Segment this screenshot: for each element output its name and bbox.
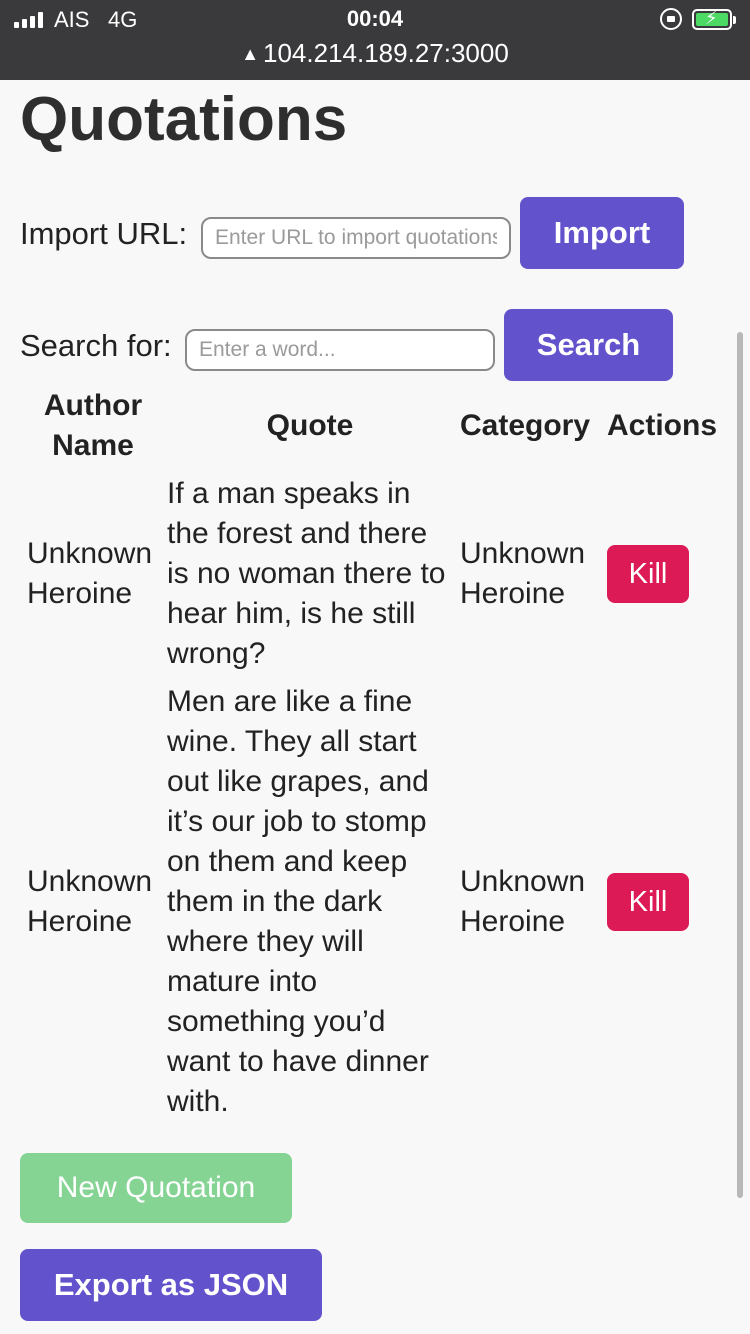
import-url-input[interactable]	[201, 217, 511, 259]
quote-cell: Men are like a fine wine. They all start…	[167, 685, 429, 1118]
header-author: Author Name	[43, 389, 143, 462]
search-button[interactable]: Search	[504, 309, 673, 381]
clock: 00:04	[346, 6, 404, 31]
rotation-lock-icon	[660, 8, 682, 30]
battery-icon: ⚡	[692, 8, 736, 30]
kill-button[interactable]: Kill	[607, 545, 689, 603]
status-bar: AIS 4G 00:04 ⚡ ▲ 104.214.189.27:3000	[0, 0, 750, 80]
author-cell: Unknown Heroine	[27, 865, 153, 938]
author-cell: Unknown Heroine	[27, 537, 153, 610]
scrollbar[interactable]	[737, 332, 743, 1198]
address-bar[interactable]: ▲ 104.214.189.27:3000	[0, 38, 750, 69]
warning-icon: ▲	[241, 44, 260, 64]
header-category: Category	[460, 409, 591, 442]
import-button[interactable]: Import	[520, 197, 684, 269]
header-actions: Actions	[607, 409, 718, 442]
url-text: 104.214.189.27:3000	[263, 38, 509, 68]
quote-cell: If a man speaks in the forest and there …	[167, 477, 446, 670]
kill-button[interactable]: Kill	[607, 873, 689, 931]
search-input[interactable]	[185, 329, 495, 371]
header-quote: Quote	[266, 409, 354, 442]
page-title: Quotations	[20, 85, 348, 154]
import-url-label: Import URL:	[20, 216, 188, 251]
category-cell: Unknown Heroine	[460, 537, 586, 610]
export-json-button[interactable]: Export as JSON	[20, 1249, 322, 1321]
category-cell: Unknown Heroine	[460, 865, 586, 938]
new-quotation-button[interactable]: New Quotation	[20, 1153, 292, 1223]
search-label: Search for:	[20, 328, 172, 363]
